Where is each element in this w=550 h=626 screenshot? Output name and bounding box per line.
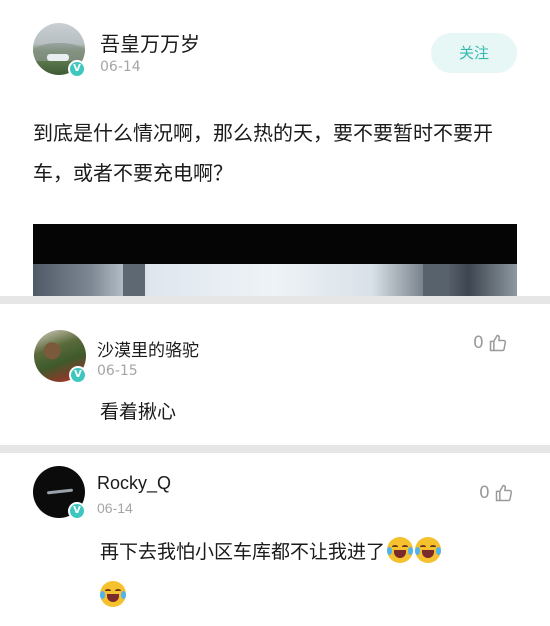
comment-date: 06-15 <box>97 363 138 379</box>
tears-of-joy-emoji <box>415 537 442 563</box>
commenter-name[interactable]: 沙漠里的骆驼 <box>97 336 199 361</box>
verified-badge-icon: V <box>68 60 86 78</box>
like-button[interactable]: 0 <box>479 483 514 503</box>
thumbs-up-icon <box>489 334 506 352</box>
commenter-name[interactable]: Rocky_Q <box>97 473 171 494</box>
like-count: 0 <box>479 483 490 503</box>
section-divider <box>0 296 550 304</box>
comment-text-content: 再下去我怕小区车库都不让我进了 <box>100 541 386 563</box>
post-card: V 吾皇万万岁 06-14 关注 到底是什么情况啊，那么热的天，要不要暂时不要开… <box>0 0 550 296</box>
comment-text: 再下去我怕小区车库都不让我进了 <box>100 532 520 572</box>
follow-button[interactable]: 关注 <box>431 33 517 73</box>
comment-text: 看着揪心 <box>100 401 177 423</box>
like-count: 0 <box>473 333 484 353</box>
comment-text-overflow <box>100 581 126 607</box>
verified-badge-icon: V <box>69 366 87 384</box>
tears-of-joy-emoji <box>100 581 126 607</box>
post-date: 06-14 <box>100 59 141 75</box>
post-text: 到底是什么情况啊，那么热的天，要不要暂时不要开车，或者不要充电啊？ <box>33 121 493 185</box>
section-divider <box>0 445 550 453</box>
tears-of-joy-emoji <box>387 537 414 563</box>
verified-badge-icon: V <box>68 502 86 520</box>
thumbs-up-icon <box>495 484 512 502</box>
comment-date: 06-14 <box>97 500 133 516</box>
author-name[interactable]: 吾皇万万岁 <box>100 28 200 57</box>
post-video[interactable] <box>33 224 517 296</box>
like-button[interactable]: 0 <box>473 333 508 353</box>
